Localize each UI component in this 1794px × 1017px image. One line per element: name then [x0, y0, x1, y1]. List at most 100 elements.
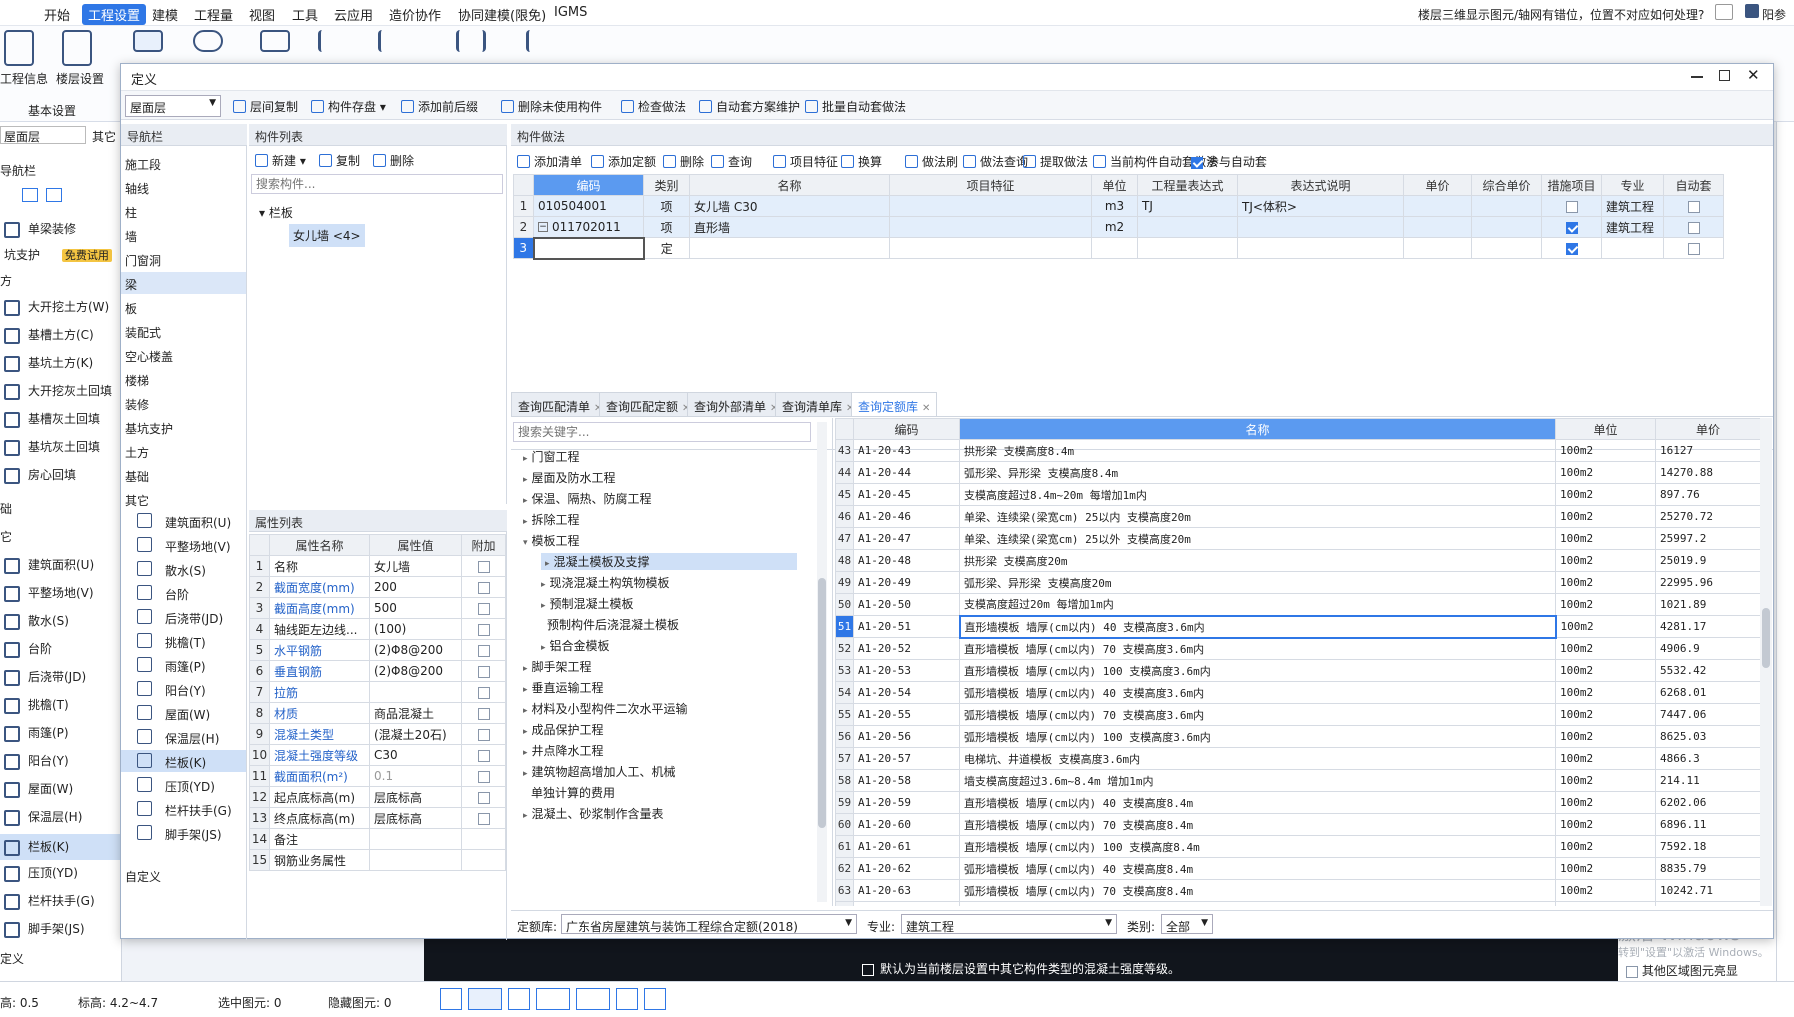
extra-checkbox[interactable]: [477, 812, 490, 825]
property-extra[interactable]: [461, 639, 506, 661]
quota-unit[interactable]: 100m2: [1555, 813, 1656, 836]
quota-row[interactable]: 57 A1-20-57 电梯坑、井道模板 支模高度3.6m内 100m2 4866.3: [835, 747, 1761, 770]
lp-backfill-3[interactable]: 基坑灰土回填: [4, 438, 100, 456]
method-tool-button[interactable]: 做法刷: [905, 153, 958, 170]
property-value[interactable]: [369, 849, 462, 871]
floor-settings-label[interactable]: 楼层设置: [56, 70, 104, 87]
method-measure[interactable]: [1541, 237, 1602, 259]
quota-row[interactable]: 48 A1-20-48 拱形梁 支模高度20m 100m2 25019.9: [835, 549, 1761, 572]
property-extra[interactable]: [461, 681, 506, 703]
minimize-icon[interactable]: [1691, 76, 1703, 78]
menu-modeling[interactable]: 建模: [146, 4, 184, 25]
property-extra[interactable]: [461, 576, 506, 598]
quota-unit[interactable]: 100m2: [1555, 549, 1656, 572]
quota-tree-node[interactable]: 单独计算的费用: [531, 784, 615, 801]
quota-price[interactable]: 10242.71: [1655, 879, 1761, 902]
quota-search-input[interactable]: [513, 422, 811, 442]
method-unit[interactable]: m2: [1091, 216, 1138, 238]
property-row[interactable]: 3 截面高度(mm) 500: [249, 597, 506, 619]
quota-price[interactable]: 4906.9: [1655, 637, 1761, 660]
quota-name[interactable]: 直形墙模板 墙厚(cm以内) 100 支模高度8.4m: [959, 835, 1556, 858]
copy-between-floors-button[interactable]: 层间复制: [233, 98, 298, 115]
quota-row[interactable]: 45 A1-20-45 支模高度超过8.4m~20m 每增加1m内 100m2 897.…: [835, 483, 1761, 506]
quota-tree-node[interactable]: ▾ 模板工程: [523, 532, 580, 549]
save-component-button[interactable]: 构件存盘 ▾: [311, 98, 386, 115]
quota-tree-node[interactable]: ▸ 建筑物超高增加人工、机械: [523, 763, 676, 780]
method-name[interactable]: 直形墙: [689, 216, 890, 238]
other-area-toggle[interactable]: 其他区域图元亮显: [1626, 962, 1738, 979]
quota-unit[interactable]: 100m2: [1555, 681, 1656, 704]
method-price[interactable]: [1403, 216, 1472, 238]
property-row[interactable]: 10 混凝土强度等级 C30: [249, 744, 506, 766]
property-value[interactable]: 0.1: [369, 765, 462, 787]
quota-code[interactable]: A1-20-49: [853, 571, 960, 594]
method-auto[interactable]: [1663, 216, 1724, 238]
method-major[interactable]: [1601, 237, 1664, 259]
method-type[interactable]: 项: [643, 195, 690, 217]
quota-code[interactable]: A1-20-44: [853, 461, 960, 484]
property-value[interactable]: [369, 828, 462, 850]
quota-row[interactable]: 53 A1-20-53 直形墙模板 墙厚(cm以内) 100 支模高度3.6m内 10…: [835, 659, 1761, 682]
property-row[interactable]: 13 终点底标高(m) 层底标高: [249, 807, 506, 829]
quota-price[interactable]: 25270.72: [1655, 505, 1761, 528]
method-feature[interactable]: [889, 237, 1092, 259]
quota-unit[interactable]: 100m2: [1555, 527, 1656, 550]
free-trial-badge[interactable]: 免费试用: [61, 249, 112, 262]
lp-backfill-2[interactable]: 基槽灰土回填: [4, 410, 100, 428]
property-value[interactable]: C30: [369, 744, 462, 766]
nav-custom[interactable]: 自定义: [125, 868, 161, 885]
quota-price[interactable]: 4281.17: [1655, 615, 1761, 638]
quota-tree-node[interactable]: ▸ 脚手架工程: [523, 658, 592, 675]
query-tab[interactable]: 查询清单库✕: [775, 392, 862, 416]
method-feature[interactable]: [889, 216, 1092, 238]
snap-icon[interactable]: [468, 988, 502, 1010]
method-price[interactable]: [1403, 237, 1472, 259]
auto-checkbox[interactable]: [1687, 221, 1700, 234]
property-extra[interactable]: [461, 597, 506, 619]
method-tool-button[interactable]: 项目特征: [773, 153, 838, 170]
nav-sub-item[interactable]: 散水(S): [121, 558, 246, 580]
method-row[interactable]: 1 010504001 项女儿墙 C30 m3 TJ TJ<体积> 建筑工程: [513, 195, 1724, 217]
quota-code[interactable]: A1-20-61: [853, 835, 960, 858]
quota-name[interactable]: 弧形梁、异形梁 支模高度20m: [959, 571, 1556, 594]
menu-view[interactable]: 视图: [243, 4, 281, 25]
quota-tree-node[interactable]: ▸ 混凝土模板及支撑: [541, 553, 797, 570]
auto-apply-checkbox[interactable]: [1191, 156, 1203, 169]
method-tool-button[interactable]: 添加定额: [591, 153, 656, 170]
quota-price[interactable]: 897.76: [1655, 483, 1761, 506]
method-expr-desc[interactable]: [1237, 216, 1404, 238]
calc-settings-icon[interactable]: [133, 30, 163, 52]
quota-unit[interactable]: 100m2: [1555, 571, 1656, 594]
quota-name[interactable]: 弧形墙模板 墙厚(cm以内) 70 支模高度8.4m: [959, 879, 1556, 902]
nav-pit-support[interactable]: 基坑支护: [125, 420, 173, 437]
help-link[interactable]: 楼层三维显示图元/轴网有错位，位置不对应如何处理?: [1418, 6, 1704, 23]
delete-unused-button[interactable]: 删除未使用构件: [501, 98, 602, 115]
nav-sub-item[interactable]: 脚手架(JS): [121, 822, 246, 844]
lp-excavation[interactable]: 大开挖土方(W): [4, 298, 109, 316]
quota-row[interactable]: 51 A1-20-51 直形墙模板 墙厚(cm以内) 40 支模高度3.6m内 100…: [835, 614, 1761, 639]
quota-tree-node[interactable]: ▸ 铝合金模板: [541, 637, 610, 654]
lp-eave[interactable]: 挑檐(T): [4, 696, 69, 714]
quota-unit[interactable]: 100m2: [1555, 835, 1656, 858]
quota-tree-node[interactable]: ▸ 保温、隔热、防腐工程: [523, 490, 652, 507]
query-tab[interactable]: 查询外部清单✕: [687, 392, 786, 416]
quota-unit[interactable]: 100m2: [1555, 593, 1656, 616]
lp-canopy[interactable]: 雨篷(P): [4, 724, 69, 742]
chevron-right-icon[interactable]: ▸: [523, 496, 528, 506]
lp-area[interactable]: 建筑面积(U): [4, 556, 94, 574]
method-row[interactable]: 3定: [513, 236, 1724, 260]
quota-code[interactable]: A1-20-53: [853, 659, 960, 682]
quota-unit[interactable]: 100m2: [1555, 791, 1656, 814]
new-button[interactable]: 新建 ▾: [255, 152, 306, 169]
property-row[interactable]: 9 混凝土类型 (混凝土20石): [249, 723, 506, 745]
auto-checkbox[interactable]: [1687, 200, 1700, 213]
tree-child-parapet[interactable]: 女儿墙 <4>: [289, 224, 365, 247]
query-tab[interactable]: 查询匹配定额✕: [599, 392, 698, 416]
nav-hollow-floor[interactable]: 空心楼盖: [125, 348, 173, 365]
nav-slab[interactable]: 板: [125, 300, 137, 317]
nav-stairs[interactable]: 楼梯: [125, 372, 149, 389]
property-value[interactable]: 层底标高: [369, 786, 462, 808]
quota-price[interactable]: 14270.88: [1655, 461, 1761, 484]
rebar-icon[interactable]: [318, 30, 348, 52]
quota-code[interactable]: A1-20-50: [853, 593, 960, 616]
